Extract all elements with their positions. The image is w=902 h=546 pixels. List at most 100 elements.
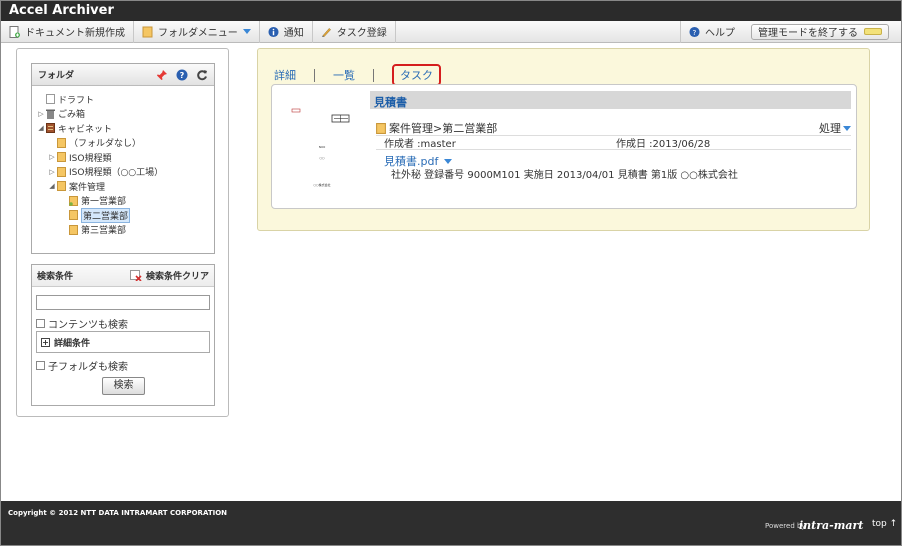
refresh-icon[interactable] [196, 69, 208, 81]
copyright: Copyright © 2012 NTT DATA INTRAMART CORP… [8, 509, 228, 517]
content-search-label: コンテンツも検索 [48, 320, 128, 331]
back-to-top-link[interactable]: top ↑ [872, 519, 897, 529]
tree-item-label: 案件管理 [69, 182, 106, 193]
search-panel-title: 検索条件 [37, 272, 74, 282]
content-search-checkbox[interactable] [36, 319, 45, 328]
folder-icon [69, 224, 78, 235]
help-icon[interactable]: ? [176, 69, 188, 81]
thumb-company-text: ○○株式会社 [313, 182, 330, 187]
tree-item-trash[interactable]: ▷ ごみ箱 [36, 107, 214, 122]
folder-tree-header: フォルダ ? [32, 64, 214, 86]
search-panel-header: 検索条件 検索条件クリア [32, 265, 214, 287]
thumb-number-text: NO0 [319, 145, 326, 149]
folder-panel-title: フォルダ [38, 71, 75, 81]
folder-icon [69, 195, 78, 206]
folder-icon [57, 152, 66, 163]
tree-item-sales-2[interactable]: 第二営業部 [36, 207, 214, 223]
tab-divider [373, 68, 374, 82]
tree-item-sales-1[interactable]: 第一営業部 [36, 194, 214, 209]
tab-divider [314, 68, 315, 82]
clear-search-icon[interactable] [129, 270, 142, 281]
main-panel: 詳細 一覧 タスク NO0 ○○ ○○株式会社 見積書 案件管理>第二営業部 処… [257, 48, 870, 231]
folder-icon [376, 122, 386, 134]
trash-icon [46, 109, 55, 119]
svg-text:?: ? [180, 71, 185, 80]
tree-item-iso[interactable]: ▷ ISO規程類 [36, 150, 214, 165]
tree-item-sales-3[interactable]: 第三営業部 [36, 223, 214, 238]
document-thumbnail[interactable]: NO0 ○○ ○○株式会社 [272, 85, 367, 208]
view-tabs: 詳細 一覧 タスク [274, 64, 441, 86]
chevron-down-icon [843, 125, 851, 131]
document-title[interactable]: 見積書 [370, 91, 851, 109]
tree-item-label: 第三営業部 [81, 226, 127, 237]
search-button[interactable]: 検索 [102, 377, 145, 395]
content-search-option[interactable]: コンテンツも検索 [36, 316, 128, 331]
footer: Copyright © 2012 NTT DATA INTRAMART CORP… [1, 501, 901, 545]
exit-admin-mode-label: 管理モードを終了する [758, 28, 858, 39]
document-path-row: 案件管理>第二営業部 処理 [376, 120, 851, 136]
tab-task[interactable]: タスク [392, 64, 441, 86]
action-menu-label: 処理 [819, 122, 841, 135]
folder-icon [69, 210, 78, 221]
document-card: NO0 ○○ ○○株式会社 見積書 案件管理>第二営業部 処理 作成者 :mas… [271, 84, 857, 209]
tree-item-cabinet[interactable]: ◢ キャビネット [36, 121, 214, 136]
folder-icon [57, 166, 66, 177]
search-panel: 検索条件 検索条件クリア コンテンツも検索 + 詳細条件 子フォルダも検索 検索 [31, 264, 215, 406]
notice-button[interactable]: 通知 [260, 20, 313, 43]
tree-item-label: （フォルダなし） [69, 139, 142, 150]
help-label: ヘルプ [705, 28, 735, 39]
tree-item-label: 第二営業部 [81, 207, 131, 223]
tree-item-project[interactable]: ◢ 案件管理 [36, 179, 214, 194]
admin-badge-icon [864, 28, 882, 35]
folder-menu-button[interactable]: フォルダメニュー [134, 20, 260, 43]
search-input[interactable] [36, 295, 210, 310]
document-path: 案件管理>第二営業部 [389, 122, 498, 135]
help-icon: ? [689, 26, 700, 37]
task-register-label: タスク登録 [336, 28, 387, 39]
collapse-icon[interactable]: ◢ [36, 124, 46, 132]
tree-item-no-folder[interactable]: （フォルダなし） [36, 136, 214, 151]
new-document-button[interactable]: ドキュメント新規作成 [1, 20, 134, 43]
help-button[interactable]: ? ヘルプ [680, 20, 743, 43]
detail-conditions-toggle[interactable]: + 詳細条件 [36, 331, 210, 353]
info-icon [268, 26, 279, 37]
pin-icon[interactable] [156, 69, 168, 81]
detail-conditions-label: 詳細条件 [54, 338, 91, 349]
action-menu-button[interactable]: 処理 [819, 120, 851, 136]
tree-item-label: ごみ箱 [58, 110, 86, 121]
expand-icon[interactable]: ▷ [36, 110, 46, 118]
app-title: Accel Archiver [1, 1, 901, 21]
document-created-date: 作成日 :2013/06/28 [616, 139, 711, 150]
folder-menu-label: フォルダメニュー [158, 28, 238, 39]
expand-icon[interactable]: ▷ [47, 168, 57, 176]
tree-item-label: 第一営業部 [81, 197, 127, 208]
clear-search-button[interactable]: 検索条件クリア [146, 269, 209, 282]
exit-admin-mode-button[interactable]: 管理モードを終了する [751, 23, 889, 40]
tree-item-label: ISO規程類（○○工場） [69, 168, 164, 179]
tab-list[interactable]: 一覧 [333, 67, 355, 83]
pencil-icon [321, 27, 331, 37]
tab-detail[interactable]: 詳細 [274, 67, 296, 83]
subfolder-search-checkbox[interactable] [36, 361, 45, 370]
folder-icon [57, 181, 66, 192]
document-author: 作成者 :master [384, 139, 456, 150]
new-document-label: ドキュメント新規作成 [25, 28, 125, 39]
tree-item-label: ISO規程類 [69, 153, 112, 164]
tree-item-iso-factory[interactable]: ▷ ISO規程類（○○工場） [36, 165, 214, 180]
intra-mart-logo: intra-mart [799, 519, 864, 532]
chevron-down-icon [444, 158, 453, 164]
subfolder-search-option[interactable]: 子フォルダも検索 [36, 358, 128, 373]
tree-item-label: ドラフト [58, 95, 95, 106]
task-register-button[interactable]: タスク登録 [313, 20, 396, 43]
folder-icon [142, 26, 153, 37]
expand-icon[interactable]: ▷ [47, 153, 57, 161]
file-description: 社外秘 登録番号 9000M101 実施日 2013/04/01 見積書 第1版… [391, 170, 738, 181]
left-panel: フォルダ ? ドラフト ▷ ごみ箱 ◢ キャビネット （フォルダなし） ▷ IS… [16, 48, 229, 417]
tree-item-draft[interactable]: ドラフト [36, 92, 214, 107]
chevron-down-icon [242, 29, 251, 34]
document-icon [46, 94, 55, 105]
svg-text:?: ? [693, 27, 697, 36]
collapse-icon[interactable]: ◢ [47, 182, 57, 190]
notice-label: 通知 [283, 28, 304, 39]
folder-tree: ドラフト ▷ ごみ箱 ◢ キャビネット （フォルダなし） ▷ ISO規程類 ▷ … [32, 86, 214, 237]
